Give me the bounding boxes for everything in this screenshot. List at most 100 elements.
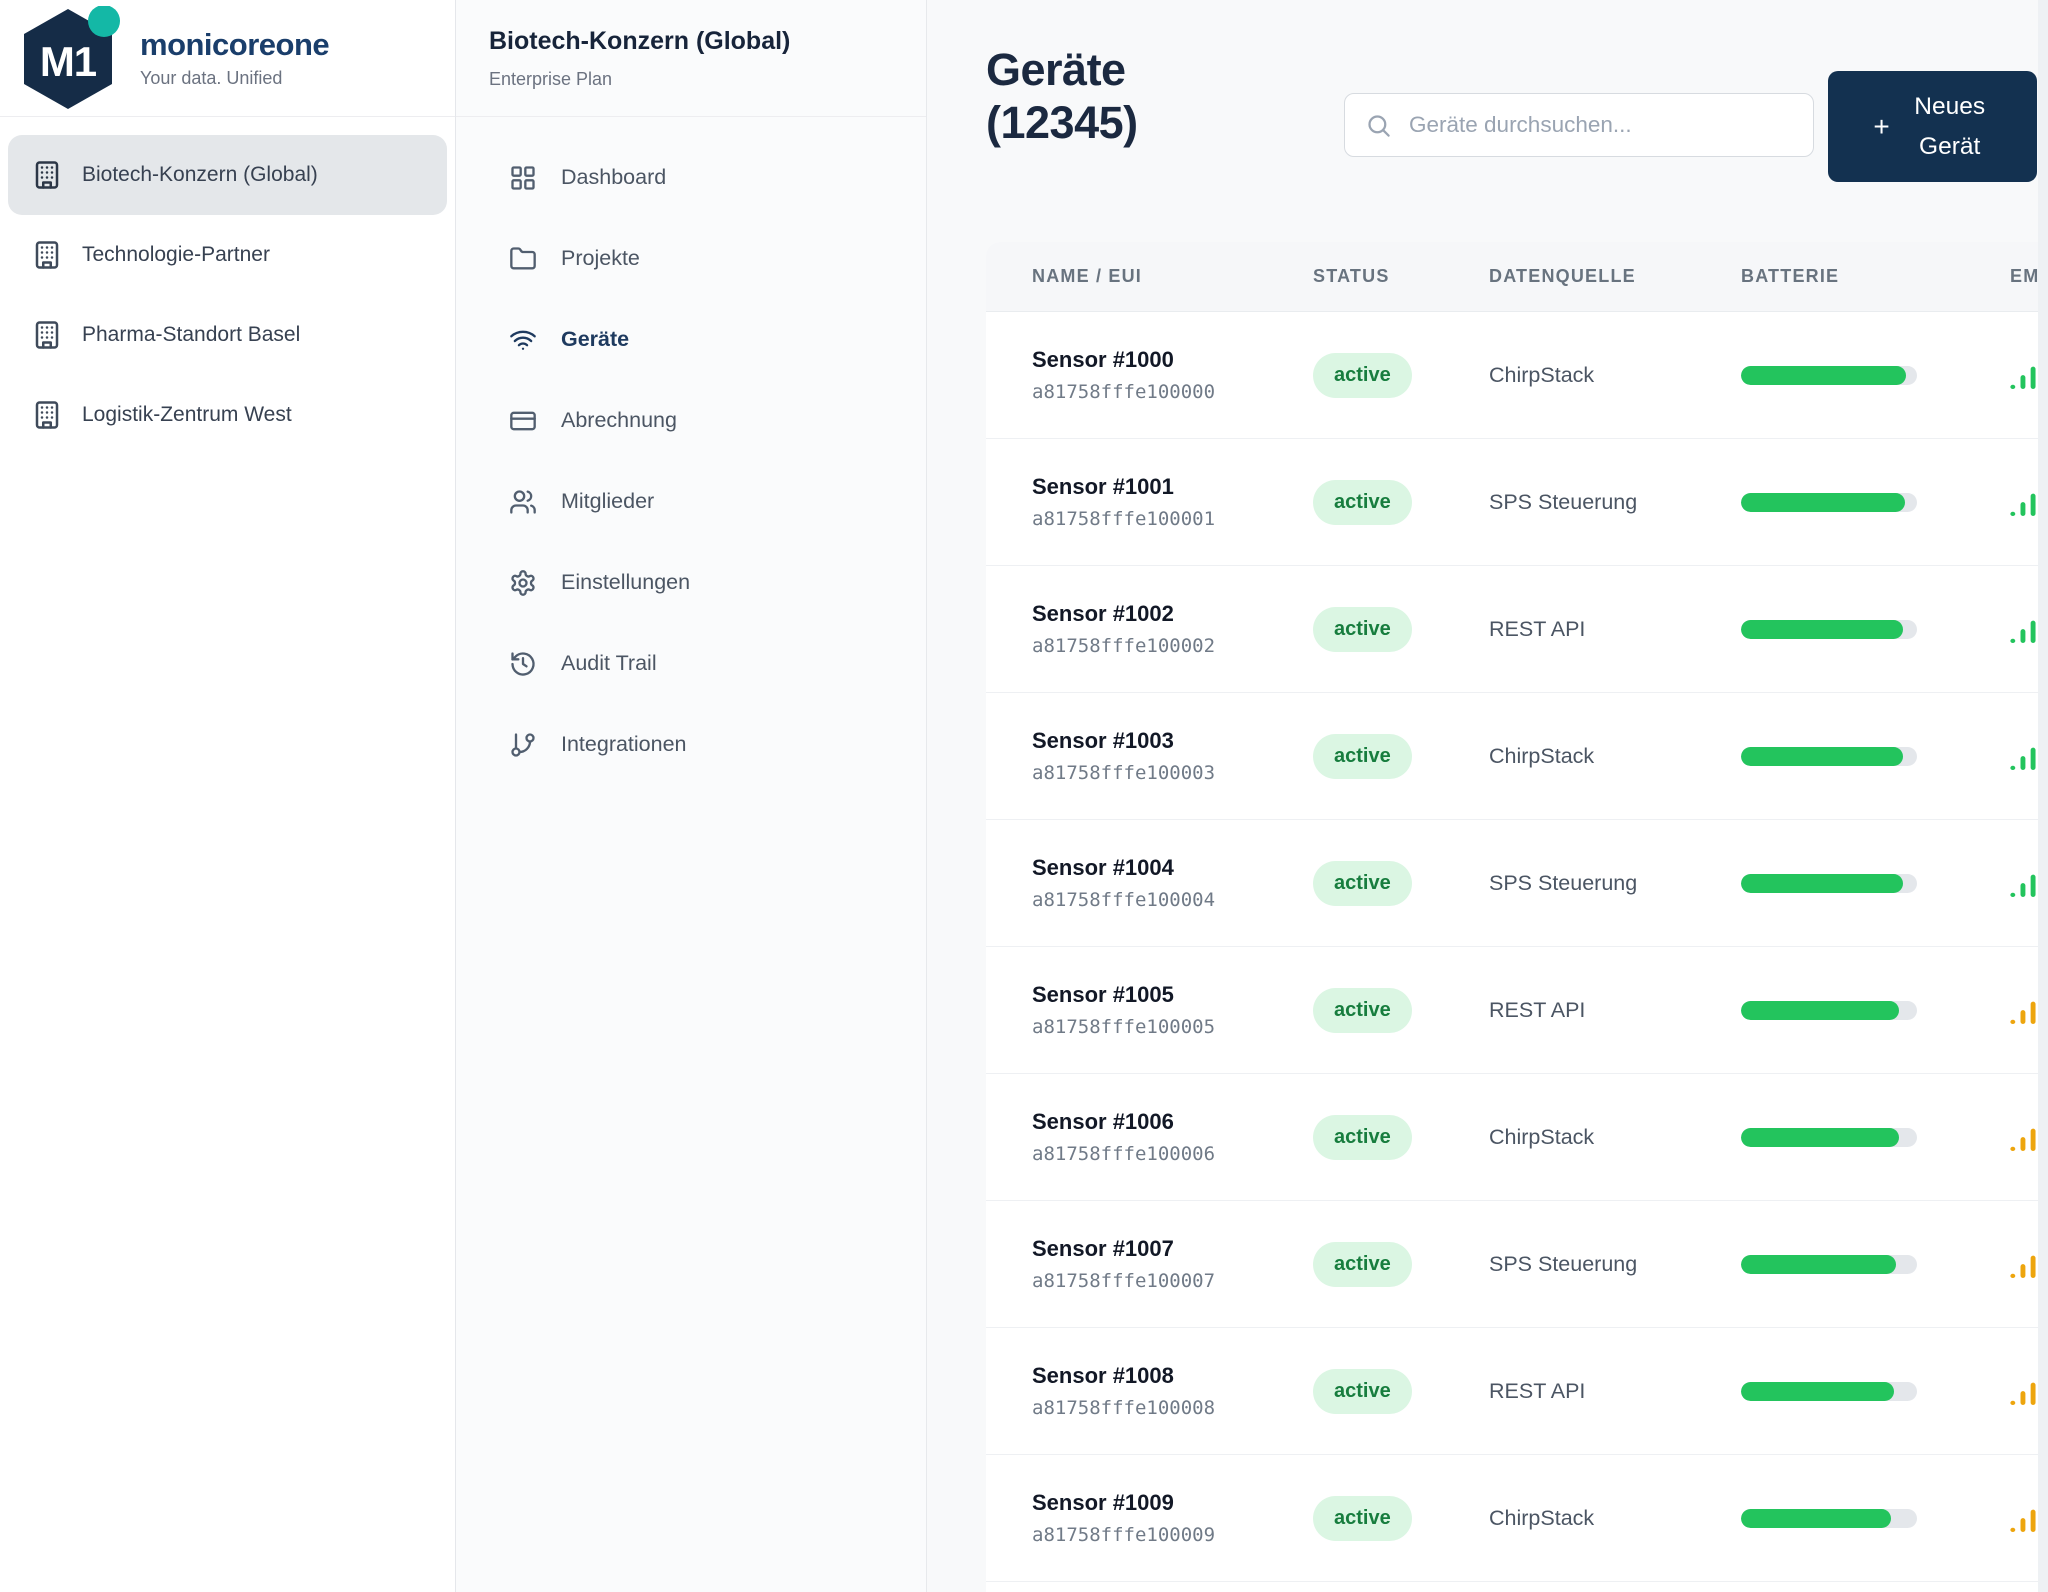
column-header: DATENQUELLE: [1489, 266, 1636, 286]
workspace-nav-item[interactable]: Einstellungen: [456, 542, 926, 623]
datasource-cell: ChirpStack: [1489, 1124, 1595, 1149]
status-badge: active: [1313, 1241, 1412, 1287]
device-eui: a81758fffe100008: [1032, 1397, 1216, 1419]
status-cell: active: [1313, 733, 1489, 779]
workspace-nav-item-label: Integrationen: [561, 732, 687, 756]
battery-cell: [1741, 1254, 2010, 1274]
status-badge: active: [1313, 1368, 1412, 1414]
page-title: Geräte (12345): [986, 44, 1138, 148]
org-sidebar-item[interactable]: Technologie-Partner: [8, 215, 447, 295]
table-row[interactable]: Sensor #1008 a81758fffe100008 active RES…: [986, 1328, 2048, 1455]
table-row[interactable]: Sensor #1003 a81758fffe100003 active Chi…: [986, 693, 2048, 820]
battery-cell: [1741, 365, 2010, 385]
workspace-nav: Dashboard Projekte Geräte Abrechnung Mit…: [456, 117, 926, 785]
table-row[interactable]: Sensor #1009 a81758fffe100009 active Chi…: [986, 1455, 2048, 1582]
users-icon: [509, 488, 537, 516]
status-cell: active: [1313, 479, 1489, 525]
org-sidebar-item[interactable]: Pharma-Standort Basel: [8, 295, 447, 375]
workspace-nav-item-label: Abrechnung: [561, 408, 677, 432]
new-device-button-label: Neues Gerät: [1914, 93, 1986, 160]
datasource-cell: REST API: [1489, 997, 1586, 1022]
table-row[interactable]: Sensor #1004 a81758fffe100004 active SPS…: [986, 820, 2048, 947]
workspace-plan-badge: Enterprise Plan: [489, 69, 613, 89]
scrollbar[interactable]: [2038, 0, 2048, 1592]
column-header: STATUS: [1313, 266, 1390, 286]
battery-bar: [1741, 746, 1917, 766]
org-sidebar: M1 monicoreone Your data. Unified Biotec…: [0, 0, 456, 1592]
datasource-cell: SPS Steuerung: [1489, 870, 1638, 895]
plus-icon: +: [1873, 110, 1890, 142]
datasource-cell: ChirpStack: [1489, 1505, 1595, 1530]
datasource-cell: ChirpStack: [1489, 743, 1595, 768]
main-content: Geräte (12345) + Neues Gerät NAME / EUI S…: [927, 0, 2048, 1592]
table-row[interactable]: Sensor #1001 a81758fffe100001 active SPS…: [986, 439, 2048, 566]
workspace-nav-item[interactable]: Geräte: [456, 299, 926, 380]
device-name-cell: Sensor #1002 a81758fffe100002: [1032, 601, 1313, 657]
datasource-cell: SPS Steuerung: [1489, 1251, 1638, 1276]
gear-icon: [509, 569, 537, 597]
org-sidebar-item[interactable]: Logistik-Zentrum West: [8, 375, 447, 455]
battery-cell: [1741, 1000, 2010, 1020]
device-name-cell: Sensor #1007 a81758fffe100007: [1032, 1236, 1313, 1292]
workspace-nav-item[interactable]: Mitglieder: [456, 461, 926, 542]
folder-icon: [509, 245, 537, 273]
table-row[interactable]: Sensor #1002 a81758fffe100002 active RES…: [986, 566, 2048, 693]
status-cell: active: [1313, 860, 1489, 906]
table-row[interactable]: Sensor #1000 a81758fffe100000 active Chi…: [986, 312, 2048, 439]
table-row[interactable]: Sensor #1005 a81758fffe100005 active RES…: [986, 947, 2048, 1074]
workspace-nav-item[interactable]: Abrechnung: [456, 380, 926, 461]
device-search: [1344, 93, 1814, 157]
status-badge: active: [1313, 1114, 1412, 1160]
workspace-nav-item[interactable]: Dashboard: [456, 137, 926, 218]
page-header: Geräte (12345) + Neues Gerät: [986, 0, 2037, 182]
datasource-cell: REST API: [1489, 1378, 1586, 1403]
workspace-nav-item[interactable]: Audit Trail: [456, 623, 926, 704]
battery-bar: [1741, 619, 1917, 639]
status-badge: active: [1313, 479, 1412, 525]
search-input[interactable]: [1407, 111, 1793, 139]
table-row[interactable]: Sensor #1006 a81758fffe100006 active Chi…: [986, 1074, 2048, 1201]
datasource-cell: SPS Steuerung: [1489, 489, 1638, 514]
datasource-cell: ChirpStack: [1489, 362, 1595, 387]
device-eui: a81758fffe100006: [1032, 1143, 1216, 1165]
org-sidebar-item[interactable]: Biotech-Konzern (Global): [8, 135, 447, 215]
status-badge: active: [1313, 1495, 1412, 1541]
status-cell: active: [1313, 1114, 1489, 1160]
column-header: BATTERIE: [1741, 266, 1840, 286]
app-root: M1 monicoreone Your data. Unified Biotec…: [0, 0, 2048, 1592]
workspace-nav-item[interactable]: Projekte: [456, 218, 926, 299]
org-list: Biotech-Konzern (Global) Technologie-Par…: [0, 117, 455, 473]
table-row-partial: [986, 1582, 2048, 1592]
device-name-cell: Sensor #1004 a81758fffe100004: [1032, 855, 1313, 911]
building-icon: [32, 320, 62, 350]
table-row[interactable]: Sensor #1007 a81758fffe100007 active SPS…: [986, 1201, 2048, 1328]
status-cell: active: [1313, 1368, 1489, 1414]
device-table: NAME / EUISTATUSDATENQUELLEBATTERIEEMPFA…: [986, 242, 2048, 1592]
battery-cell: [1741, 1381, 2010, 1401]
org-sidebar-item-label: Pharma-Standort Basel: [82, 323, 301, 346]
workspace-nav-item-label: Geräte: [561, 327, 630, 351]
building-icon: [32, 240, 62, 270]
status-badge: active: [1313, 987, 1412, 1033]
battery-bar: [1741, 492, 1917, 512]
battery-cell: [1741, 619, 2010, 639]
workspace-nav-item[interactable]: Integrationen: [456, 704, 926, 785]
org-sidebar-item-label: Technologie-Partner: [82, 243, 270, 266]
battery-cell: [1741, 1508, 2010, 1528]
status-badge: active: [1313, 860, 1412, 906]
column-header: NAME / EUI: [1032, 266, 1143, 286]
dashboard-icon: [509, 164, 537, 192]
status-cell: active: [1313, 1495, 1489, 1541]
workspace-nav-item-label: Mitglieder: [561, 489, 655, 513]
building-icon: [32, 400, 62, 430]
device-eui: a81758fffe100000: [1032, 381, 1216, 403]
battery-cell: [1741, 1127, 2010, 1147]
device-name-cell: Sensor #1006 a81758fffe100006: [1032, 1109, 1313, 1165]
git-branch-icon: [509, 731, 537, 759]
device-name: Sensor #1000: [1032, 347, 1174, 372]
battery-bar: [1741, 1000, 1917, 1020]
battery-bar: [1741, 1254, 1917, 1274]
device-eui: a81758fffe100009: [1032, 1524, 1216, 1546]
new-device-button[interactable]: + Neues Gerät: [1828, 71, 2037, 182]
org-sidebar-item-label: Biotech-Konzern (Global): [82, 163, 318, 186]
